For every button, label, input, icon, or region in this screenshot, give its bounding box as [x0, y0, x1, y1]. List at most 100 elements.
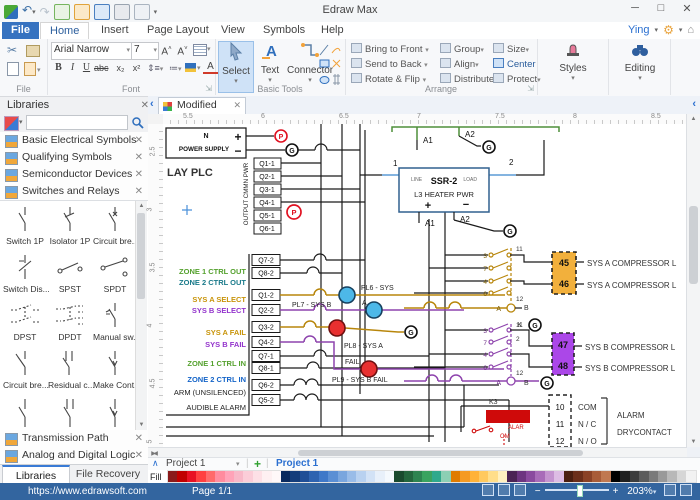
color-swatch[interactable]: [413, 471, 422, 482]
color-swatch[interactable]: [338, 471, 347, 482]
symbol-circuit-breaker-2[interactable]: Circuit bre...: [3, 349, 47, 390]
color-swatch[interactable]: [262, 471, 271, 482]
copy-icon[interactable]: [24, 62, 36, 76]
color-swatch[interactable]: [526, 471, 535, 482]
arrange-dialog-launcher[interactable]: ⇲: [527, 84, 534, 93]
symbol-spdt[interactable]: SPDT: [93, 253, 137, 294]
symbol-switch-disconnector[interactable]: Switch Dis...: [3, 253, 47, 294]
sys-a-contact-bank[interactable]: 37 46 11 12 A B K G 45 46: [414, 246, 677, 331]
close-icon[interactable]: ✕: [135, 132, 143, 149]
color-swatch[interactable]: [507, 471, 516, 482]
italic-button[interactable]: I: [65, 61, 80, 75]
color-swatch[interactable]: [385, 471, 394, 482]
symbol-gallery-scrollbar[interactable]: ▲ ▼: [135, 201, 147, 430]
color-swatch[interactable]: [177, 471, 186, 482]
group-button[interactable]: Group▾: [440, 43, 484, 55]
close-icon[interactable]: ✕: [135, 149, 143, 166]
bold-button[interactable]: B: [51, 61, 66, 75]
plc-input-terminals[interactable]: Q7-2Q8-2 Q1-2Q2-2 Q3-2Q4-2 Q7-1Q8-1 Q6-2…: [252, 255, 280, 406]
size-button[interactable]: Size▾: [493, 43, 529, 55]
row-wires[interactable]: [280, 254, 509, 400]
alarm-dry-contact[interactable]: K3 ALAR OM 10 11 12 COM N / C N / O: [461, 395, 672, 447]
color-swatch[interactable]: [658, 471, 667, 482]
color-swatch[interactable]: [498, 471, 507, 482]
search-input[interactable]: [26, 115, 128, 130]
sys-b-contact-bank[interactable]: 37 46 11 2 12 A B G 47 48 SYS B: [414, 322, 676, 389]
font-family-select[interactable]: Arial Narrow▾: [51, 42, 133, 60]
color-swatch[interactable]: [309, 471, 318, 482]
color-swatch[interactable]: [206, 471, 215, 482]
color-swatch[interactable]: [677, 471, 686, 482]
page-tab-project1[interactable]: Project 1: [276, 458, 318, 469]
font-size-select[interactable]: 7▾: [131, 42, 159, 60]
minimize-button[interactable]: ─: [626, 2, 644, 15]
scroll-down-icon[interactable]: ▼: [688, 439, 699, 445]
power-supply-box[interactable]: N POWER SUPPLY + −: [166, 128, 360, 158]
paste-icon[interactable]: [7, 62, 19, 76]
close-icon[interactable]: ✕: [135, 183, 143, 200]
color-swatch[interactable]: [686, 471, 695, 482]
symbol-manual-switch[interactable]: Manual sw...: [93, 301, 137, 342]
color-swatch[interactable]: [196, 471, 205, 482]
color-swatch[interactable]: [404, 471, 413, 482]
color-swatch[interactable]: [281, 471, 290, 482]
color-swatch[interactable]: [611, 471, 620, 482]
vertical-scrollbar[interactable]: ▲ ▼: [686, 114, 700, 447]
close-icon[interactable]: ✕: [135, 447, 143, 464]
home-cloud-icon[interactable]: ⌂: [687, 24, 694, 36]
color-swatch[interactable]: [432, 471, 441, 482]
scroll-up-icon[interactable]: ▲: [688, 116, 699, 122]
color-swatch[interactable]: [649, 471, 658, 482]
tab-file-recovery[interactable]: File Recovery: [70, 465, 146, 483]
superscript-button[interactable]: x²: [129, 61, 144, 75]
highlight-icon[interactable]: [185, 63, 196, 72]
symbol-make-contact[interactable]: Make Cont...: [93, 349, 137, 390]
collapse-panel-icon[interactable]: ∧: [152, 458, 159, 469]
tab-symbols[interactable]: Symbols: [254, 22, 314, 39]
color-swatch[interactable]: [517, 471, 526, 482]
status-url[interactable]: https://www.edrawsoft.com: [28, 483, 147, 500]
feeder-bracket[interactable]: A1 A2 G: [392, 127, 559, 153]
text-style-dropdown[interactable]: ▾: [207, 45, 211, 53]
shrink-font-button[interactable]: A˅: [175, 42, 190, 59]
library-item-analog-digital-logic[interactable]: Analog and Digital Logic✕: [0, 447, 148, 465]
terminal-p-mid[interactable]: P: [287, 205, 301, 219]
add-page-button[interactable]: +: [254, 457, 261, 471]
send-to-back-button[interactable]: Send to Back ▾: [351, 58, 428, 70]
align-button[interactable]: Align▾: [440, 58, 479, 70]
color-swatch[interactable]: [187, 471, 196, 482]
color-swatch[interactable]: [215, 471, 224, 482]
library-item-transmission-path[interactable]: Transmission Path✕: [0, 430, 148, 448]
color-swatch[interactable]: [422, 471, 431, 482]
color-swatch[interactable]: [300, 471, 309, 482]
color-swatch[interactable]: [243, 471, 252, 482]
symbol-partial[interactable]: [48, 397, 92, 430]
color-swatch[interactable]: [234, 471, 243, 482]
scroll-up-icon[interactable]: ▲: [136, 203, 147, 209]
color-swatch[interactable]: [620, 471, 629, 482]
zoom-out-button[interactable]: −: [535, 486, 541, 497]
styles-button[interactable]: Styles▾: [555, 41, 591, 91]
font-dialog-launcher[interactable]: ⇲: [205, 84, 212, 93]
scroll-down-icon[interactable]: ▼: [136, 422, 147, 428]
zoom-in-button[interactable]: +: [613, 486, 619, 497]
zoom-slider[interactable]: [545, 489, 609, 491]
close-button[interactable]: ✕: [678, 2, 696, 15]
color-swatch[interactable]: [168, 471, 177, 482]
normal-view-icon[interactable]: [482, 484, 494, 496]
tab-home[interactable]: Home: [40, 22, 89, 39]
editing-button[interactable]: Editing▾: [620, 41, 660, 91]
symbol-dpdt[interactable]: DPDT: [48, 301, 92, 342]
tab-help[interactable]: Help: [312, 22, 353, 39]
library-item-semiconductor[interactable]: Semiconductor Devices✕: [0, 166, 148, 184]
tab-view[interactable]: View: [212, 22, 254, 39]
terminal-g-top[interactable]: G: [286, 144, 298, 156]
library-picker-dropdown[interactable]: ▾: [19, 118, 23, 126]
color-swatch[interactable]: [460, 471, 469, 482]
presentation-view-icon[interactable]: [514, 484, 526, 496]
bullet-list-icon[interactable]: ≔▾: [169, 63, 182, 74]
tab-insert[interactable]: Insert: [92, 22, 138, 39]
color-swatch[interactable]: [394, 471, 403, 482]
color-swatch[interactable]: [583, 471, 592, 482]
symbol-isolator-1p[interactable]: Isolator 1P: [48, 205, 92, 246]
